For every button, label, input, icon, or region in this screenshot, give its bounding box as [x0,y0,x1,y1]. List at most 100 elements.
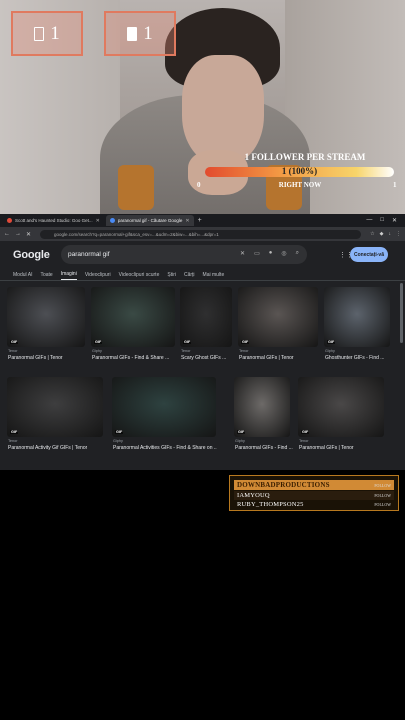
search-input[interactable]: paranormal gif ✕ ▭ ● ◎ ⌕ [61,245,307,264]
result-caption[interactable]: Paranormal Activity Gif GIFs | Tenor [8,445,87,451]
screen: 1 1 1 FOLLOWER PER STREAM 1 (100%) 0 RIG… [0,0,405,720]
back-icon[interactable]: ← [4,231,10,237]
follower-name: RUBY_THOMPSON25 [237,501,304,508]
result-source[interactable]: Giphy [92,349,102,353]
follower-tag: FOLLOW [374,502,391,507]
result-source[interactable]: Tenor [239,349,249,353]
result-source[interactable]: Giphy [325,349,335,353]
google-icon [109,218,115,223]
gif-badge: GIF [115,430,124,434]
result-source[interactable]: Tenor [299,439,309,443]
new-tab-button[interactable]: + [198,217,202,224]
forward-icon[interactable]: → [15,231,21,237]
menu-icon[interactable]: ⋮ [396,231,401,237]
document-icon [127,26,138,41]
tab-books[interactable]: Cărți [184,270,195,280]
counter-right-value: 1 [143,22,153,44]
result-caption[interactable]: Paranormal GIFs - Find & Share ... [92,355,169,361]
follower-row: RUBY_THOMPSON25 FOLLOW [234,500,394,509]
gif-badge: GIF [301,430,310,434]
google-header: Google paranormal gif ✕ ▭ ● ◎ ⌕ ⋮⋮ Conec… [0,241,405,269]
counter-left: 1 [11,11,83,56]
reload-icon[interactable]: ✕ [26,231,31,238]
follower-tag: FOLLOW [374,493,391,498]
tab-label: Scott and's Haunted Studio: Goo Get... [15,218,93,223]
door-icon [34,26,45,41]
result-caption[interactable]: Paranormal GIFs | Tenor [8,355,63,361]
gif-badge: GIF [10,430,19,434]
result-caption[interactable]: Ghosthunter GIFs - Find ... [325,355,384,361]
streamer-face [182,55,264,165]
image-result-thumbnail[interactable]: GIF [180,287,232,347]
result-source[interactable]: Tenor [181,349,191,353]
result-caption[interactable]: Paranormal GIFs | Tenor [299,445,354,451]
result-caption[interactable]: Paranormal GIFs | Tenor [239,355,294,361]
hoodie-pattern [118,165,154,210]
result-source[interactable]: Tenor [8,349,18,353]
webcam-feed: 1 1 1 FOLLOWER PER STREAM 1 (100%) 0 RIG… [0,0,405,214]
maximize-button[interactable]: □ [380,217,384,224]
search-tabs: Modul AI Toate Imagini Videoclipuri Vide… [0,269,405,281]
follower-tag: FOLLOW [374,482,391,488]
follower-row: DOWNBADPRODUCTIONS FOLLOW [234,480,394,490]
image-result-thumbnail[interactable]: GIF [234,377,290,437]
search-tools: ✕ ▭ ● ◎ ⌕ [240,250,299,257]
clear-icon[interactable]: ✕ [240,250,245,257]
mic-icon[interactable]: ● [269,250,273,257]
goal-max: 1 [393,181,397,189]
tab-news[interactable]: Știri [167,270,176,280]
gif-badge: GIF [241,340,250,344]
image-result-thumbnail[interactable]: GIF [7,377,103,437]
image-result-thumbnail[interactable]: GIF [91,287,175,347]
goal-label: RIGHT NOW [278,181,322,189]
tab-ai-mode[interactable]: Modul AI [13,270,32,280]
downloads-icon[interactable]: ↓ [389,231,392,237]
extension-icon[interactable]: ◆ [380,231,384,237]
tab-short-videos[interactable]: Videoclipuri scurte [119,270,160,280]
results-scrollbar[interactable] [400,283,403,343]
window-controls: — □ ✕ [366,217,405,224]
image-result-thumbnail[interactable]: GIF [238,287,318,347]
result-source[interactable]: Giphy [113,439,123,443]
goal-title: 1 FOLLOWER PER STREAM [244,152,366,162]
search-icon[interactable]: ⌕ [296,250,299,257]
lens-icon[interactable]: ◎ [281,250,286,257]
close-icon[interactable]: ✕ [185,218,189,224]
goal-progress-text: 1 (100%) [281,166,318,176]
image-result-thumbnail[interactable]: GIF [324,287,390,347]
follower-row: IAMYOUQ FOLLOW [234,491,394,500]
tab-videos[interactable]: Videoclipuri [85,270,111,280]
tab-images[interactable]: Imagini [60,269,77,280]
search-query: paranormal gif [68,251,110,258]
browser-window: Scott and's Haunted Studio: Goo Get... ✕… [0,214,405,470]
result-source[interactable]: Giphy [235,439,245,443]
google-logo[interactable]: Google [13,249,50,261]
minimize-button[interactable]: — [366,217,372,224]
gif-badge: GIF [237,430,246,434]
result-caption[interactable]: Paranormal GIFs - Find ... [235,445,293,451]
url-field[interactable]: google.com/search?q=paranormal+gif&sca_e… [40,229,362,239]
tab-google[interactable]: paranormal gif - Căutare Google ✕ [105,215,194,226]
keyboard-icon[interactable]: ▭ [254,250,260,257]
result-caption[interactable]: Scary Ghost GIFs ... [181,355,226,361]
tab-all[interactable]: Toate [40,270,52,280]
result-caption[interactable]: Paranormal Activities GIFs - Find & Shar… [113,445,217,451]
result-source[interactable]: Tenor [8,439,18,443]
close-icon[interactable]: ✕ [96,218,100,224]
image-results: GIF Tenor Paranormal GIFs | Tenor GIF Giphy P… [0,281,405,456]
tab-youtube[interactable]: Scott and's Haunted Studio: Goo Get... ✕ [3,215,104,226]
tab-more[interactable]: Mai multe [203,270,225,280]
toolbar-icons: ☆ ◆ ↓ ⋮ [370,231,401,237]
close-window-button[interactable]: ✕ [392,217,397,224]
follower-name: DOWNBADPRODUCTIONS [237,481,330,489]
gif-badge: GIF [327,340,336,344]
image-result-thumbnail[interactable]: GIF [112,377,216,437]
gif-badge: GIF [94,340,103,344]
gif-badge: GIF [183,340,192,344]
tab-label: paranormal gif - Căutare Google [117,218,183,223]
image-result-thumbnail[interactable]: GIF [298,377,384,437]
bookmark-icon[interactable]: ☆ [370,231,374,237]
sign-in-button[interactable]: Conectați-vă [350,247,388,262]
counter-left-value: 1 [50,22,60,44]
image-result-thumbnail[interactable]: GIF [7,287,85,347]
